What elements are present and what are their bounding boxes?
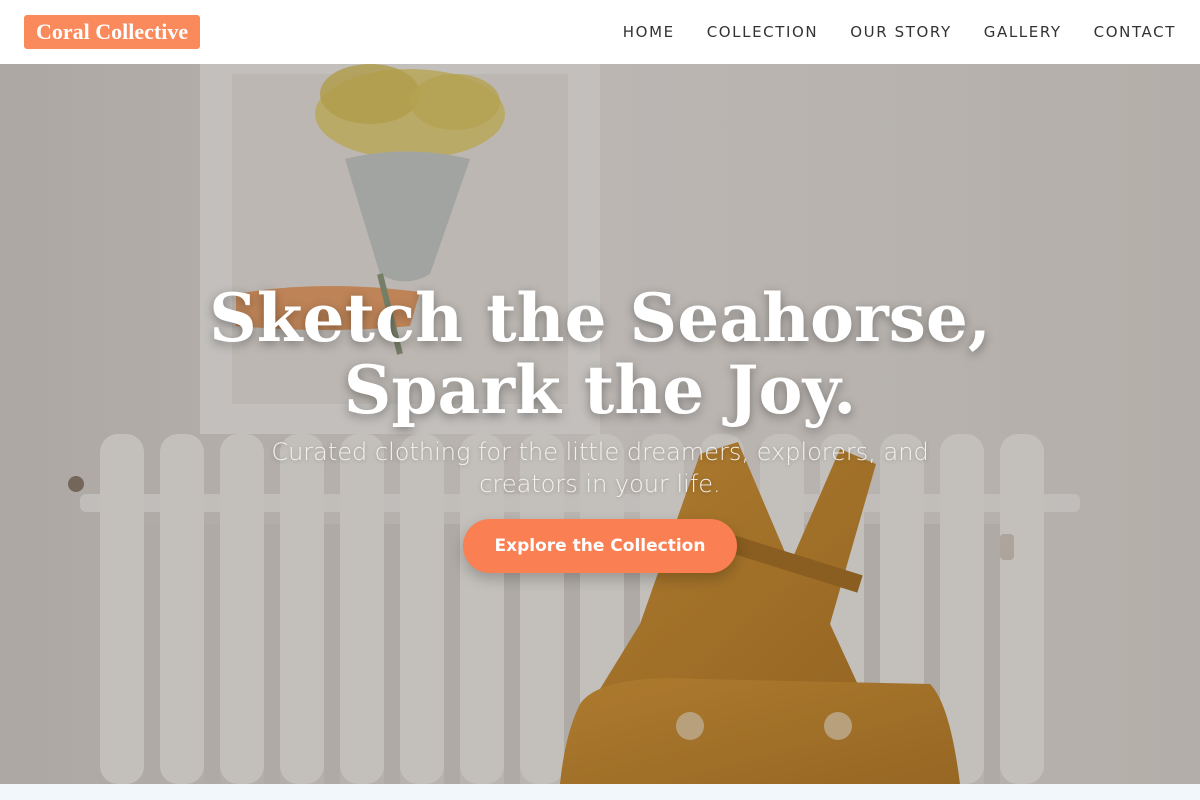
- hero-title-line-1: Sketch the Seahorse,: [209, 279, 991, 357]
- nav-our-story[interactable]: OUR STORY: [850, 23, 952, 41]
- explore-collection-button[interactable]: Explore the Collection: [462, 519, 738, 573]
- nav-contact[interactable]: CONTACT: [1094, 23, 1176, 41]
- hero-title-line-2: Spark the Joy.: [343, 351, 857, 429]
- hero-content: Sketch the Seahorse, Spark the Joy. Cura…: [0, 282, 1200, 573]
- main-nav: HOME COLLECTION OUR STORY GALLERY CONTAC…: [623, 23, 1176, 41]
- brand-logo[interactable]: Coral Collective: [24, 15, 201, 49]
- nav-gallery[interactable]: GALLERY: [984, 23, 1062, 41]
- next-section-edge: [0, 784, 1200, 800]
- hero-subtitle: Curated clothing for the little dreamers…: [271, 438, 929, 498]
- site-header: Coral Collective HOME COLLECTION OUR STO…: [0, 0, 1200, 64]
- nav-home[interactable]: HOME: [623, 23, 675, 41]
- nav-collection[interactable]: COLLECTION: [707, 23, 819, 41]
- hero-title: Sketch the Seahorse, Spark the Joy.: [209, 282, 991, 426]
- hero-section: Sketch the Seahorse, Spark the Joy. Cura…: [0, 64, 1200, 784]
